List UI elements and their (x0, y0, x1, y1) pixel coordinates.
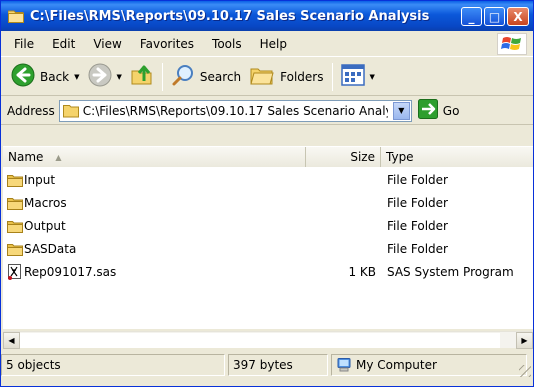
horizontal-scrollbar[interactable]: ◀ ▶ (3, 331, 533, 349)
my-computer-icon (336, 357, 352, 373)
back-dropdown-icon[interactable]: ▼ (74, 73, 79, 81)
status-bar: 5 objects 397 bytes My Computer (1, 350, 533, 386)
search-button[interactable]: Search (167, 61, 245, 93)
status-zone-label: My Computer (356, 358, 437, 372)
toolbar-separator (331, 62, 333, 91)
menu-help[interactable]: Help (251, 37, 296, 51)
forward-arrow-icon (88, 63, 112, 90)
close-button[interactable]: X (507, 7, 529, 26)
status-zone: My Computer (331, 354, 527, 376)
back-label: Back (40, 69, 70, 84)
resize-grip[interactable] (519, 365, 531, 377)
column-header-type[interactable]: Type (381, 147, 533, 167)
status-size: 397 bytes (228, 354, 328, 376)
standard-toolbar: Back ▼ ▼ Search Folders ▼ (1, 58, 533, 96)
column-header-size[interactable]: Size (306, 147, 381, 167)
menu-tools[interactable]: Tools (203, 37, 251, 51)
explorer-window: C:\Files\RMS\Reports\09.10.17 Sales Scen… (0, 0, 534, 387)
back-arrow-icon (11, 63, 35, 90)
list-item[interactable]: Input File Folder (3, 168, 533, 191)
go-label: Go (442, 103, 460, 118)
folder-icon (7, 218, 23, 234)
file-size: 1 KB (348, 264, 376, 279)
scrollbar-thumb[interactable] (20, 333, 500, 348)
forward-button[interactable]: ▼ (84, 61, 126, 93)
file-type: File Folder (387, 241, 448, 256)
file-type: File Folder (387, 172, 448, 187)
folders-icon (249, 63, 275, 90)
address-path[interactable]: C:\Files\RMS\Reports\09.10.17 Sales Scen… (83, 104, 388, 118)
file-name: Rep091017.sas (24, 264, 117, 279)
menu-favorites[interactable]: Favorites (131, 37, 203, 51)
column-headers: Name ▲ Size Type (3, 147, 533, 167)
list-item[interactable]: SASData File Folder (3, 237, 533, 260)
views-icon (340, 64, 365, 89)
file-name: Input (24, 172, 56, 187)
title-bar[interactable]: C:\Files\RMS\Reports\09.10.17 Sales Scen… (1, 1, 533, 31)
toolbar-separator (161, 62, 163, 91)
windows-logo-icon (497, 33, 527, 55)
file-name: Output (24, 218, 66, 233)
scroll-left-button[interactable]: ◀ (3, 332, 20, 349)
menu-bar: File Edit View Favorites Tools Help (1, 31, 533, 57)
file-type: SAS System Program (387, 264, 514, 279)
folder-icon (7, 9, 24, 23)
views-button[interactable]: ▼ (337, 61, 379, 93)
search-label: Search (199, 69, 242, 84)
views-dropdown-icon[interactable]: ▼ (370, 73, 375, 81)
window-controls: _ □ X (461, 7, 529, 26)
minimize-button[interactable]: _ (461, 7, 482, 26)
folder-icon (7, 172, 23, 188)
list-item[interactable]: Macros File Folder (3, 191, 533, 214)
file-type: File Folder (387, 218, 448, 233)
folder-icon (7, 241, 23, 257)
folder-icon (62, 104, 79, 118)
folders-button[interactable]: Folders (245, 61, 327, 93)
sort-ascending-icon: ▲ (55, 152, 62, 162)
file-name: Macros (24, 195, 67, 210)
folder-icon (7, 195, 23, 211)
file-name: SASData (24, 241, 77, 256)
list-item[interactable]: Output File Folder (3, 214, 533, 237)
forward-dropdown-icon[interactable]: ▼ (117, 73, 122, 81)
column-name-label: Name (8, 150, 44, 164)
menu-view[interactable]: View (84, 37, 130, 51)
sas-file-icon (7, 263, 23, 280)
folders-label: Folders (280, 69, 324, 84)
address-label: Address (7, 103, 55, 118)
column-header-name[interactable]: Name ▲ (3, 147, 306, 167)
status-object-count: 5 objects (1, 354, 225, 376)
menu-edit[interactable]: Edit (43, 37, 84, 51)
window-title: C:\Files\RMS\Reports\09.10.17 Sales Scen… (30, 8, 430, 24)
menu-file[interactable]: File (5, 37, 43, 51)
search-icon (171, 63, 195, 90)
list-item[interactable]: Rep091017.sas 1 KB SAS System Program (3, 260, 533, 283)
go-arrow-icon (417, 99, 438, 122)
file-rows: Input File Folder Macros File Folder Out… (3, 168, 533, 283)
address-field[interactable]: C:\Files\RMS\Reports\09.10.17 Sales Scen… (58, 99, 412, 122)
up-folder-button[interactable] (126, 61, 158, 93)
address-bar: Address C:\Files\RMS\Reports\09.10.17 Sa… (1, 97, 533, 125)
file-type: File Folder (387, 195, 448, 210)
scroll-right-button[interactable]: ▶ (516, 332, 533, 349)
go-button[interactable]: Go (417, 99, 460, 122)
up-folder-icon (130, 63, 154, 90)
back-button[interactable]: Back ▼ (7, 61, 84, 93)
address-dropdown-button[interactable]: ▼ (392, 101, 410, 120)
maximize-button[interactable]: □ (484, 7, 505, 26)
